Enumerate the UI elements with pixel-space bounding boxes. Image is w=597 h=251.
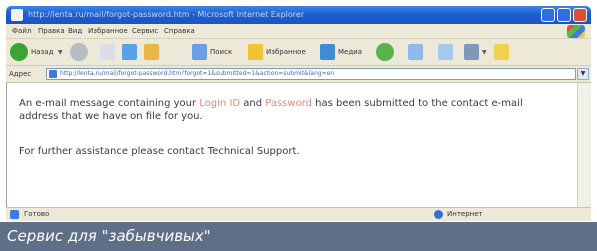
edit-icon[interactable]	[464, 44, 479, 60]
address-field[interactable]: http://lenta.ru/mail/forgot-password.htm…	[46, 68, 576, 80]
internet-zone-icon	[434, 210, 443, 219]
refresh-icon[interactable]	[122, 44, 137, 60]
support-line: For further assistance please contact Te…	[19, 146, 300, 157]
menu-file[interactable]: Файл	[12, 26, 31, 37]
home-icon[interactable]	[144, 44, 159, 60]
status-bar: Готово Интернет	[6, 207, 591, 221]
password-highlight: Password	[265, 98, 312, 109]
address-dropdown-icon[interactable]: ▼	[577, 68, 589, 80]
zone-text: Интернет	[447, 210, 483, 218]
menu-tools[interactable]: Сервис	[132, 26, 158, 37]
title-bar: http://lenta.ru/mail/forgot-password.htm…	[6, 6, 591, 24]
text-segment: An e-mail message containing your	[19, 98, 200, 109]
address-bar: Адрес http://lenta.ru/mail/forgot-passwo…	[6, 66, 591, 83]
menu-bar: Файл Правка Вид Избранное Сервис Справка	[6, 24, 591, 39]
stop-icon[interactable]	[100, 44, 115, 60]
forward-icon[interactable]	[70, 43, 88, 61]
page-status-icon	[10, 210, 19, 219]
messenger-icon[interactable]	[494, 44, 509, 60]
media-icon[interactable]	[320, 44, 335, 60]
mail-icon[interactable]	[408, 44, 423, 60]
minimize-button[interactable]	[541, 8, 555, 22]
login-id-highlight: Login ID	[199, 98, 241, 109]
menu-edit[interactable]: Правка	[38, 26, 65, 37]
address-url[interactable]: http://lenta.ru/mail/forgot-password.htm…	[60, 69, 560, 79]
status-text: Готово	[24, 210, 50, 218]
menu-view[interactable]: Вид	[68, 26, 82, 37]
back-label[interactable]: Назад	[31, 47, 53, 57]
address-label: Адрес	[9, 70, 32, 78]
maximize-button[interactable]	[557, 8, 571, 22]
confirmation-line-1: An e-mail message containing your Login …	[19, 97, 523, 110]
window-title: http://lenta.ru/mail/forgot-password.htm…	[28, 10, 305, 19]
toolbar: Назад ▼ Поиск Избранное Медиа ▼	[6, 39, 591, 66]
text-segment: and	[240, 98, 266, 109]
browser-window: http://lenta.ru/mail/forgot-password.htm…	[0, 0, 597, 251]
vertical-scrollbar[interactable]	[577, 83, 591, 207]
favorites-icon[interactable]	[248, 44, 263, 60]
caption-strip: Сервис для "забывчивых"	[0, 222, 597, 251]
text-segment: has been submitted to the contact e-mail	[311, 98, 523, 109]
edit-dropdown-icon[interactable]: ▼	[482, 50, 487, 56]
close-button[interactable]	[573, 8, 587, 22]
back-dropdown-icon[interactable]: ▼	[58, 50, 63, 56]
menu-help[interactable]: Справка	[164, 26, 195, 37]
favorites-label[interactable]: Избранное	[266, 47, 306, 57]
print-icon[interactable]	[438, 44, 453, 60]
page-icon	[49, 70, 57, 78]
page-content: An e-mail message containing your Login …	[6, 83, 577, 207]
caption-text: Сервис для "забывчивых"	[7, 227, 211, 245]
search-label[interactable]: Поиск	[210, 47, 232, 57]
history-icon[interactable]	[376, 43, 394, 61]
windows-logo-icon	[567, 25, 585, 38]
search-icon[interactable]	[192, 44, 207, 60]
menu-favorites[interactable]: Избранное	[88, 26, 128, 37]
confirmation-line-2: address that we have on file for you.	[19, 111, 203, 122]
media-label[interactable]: Медиа	[338, 47, 362, 57]
back-icon[interactable]	[10, 43, 28, 61]
ie-icon	[11, 9, 23, 21]
